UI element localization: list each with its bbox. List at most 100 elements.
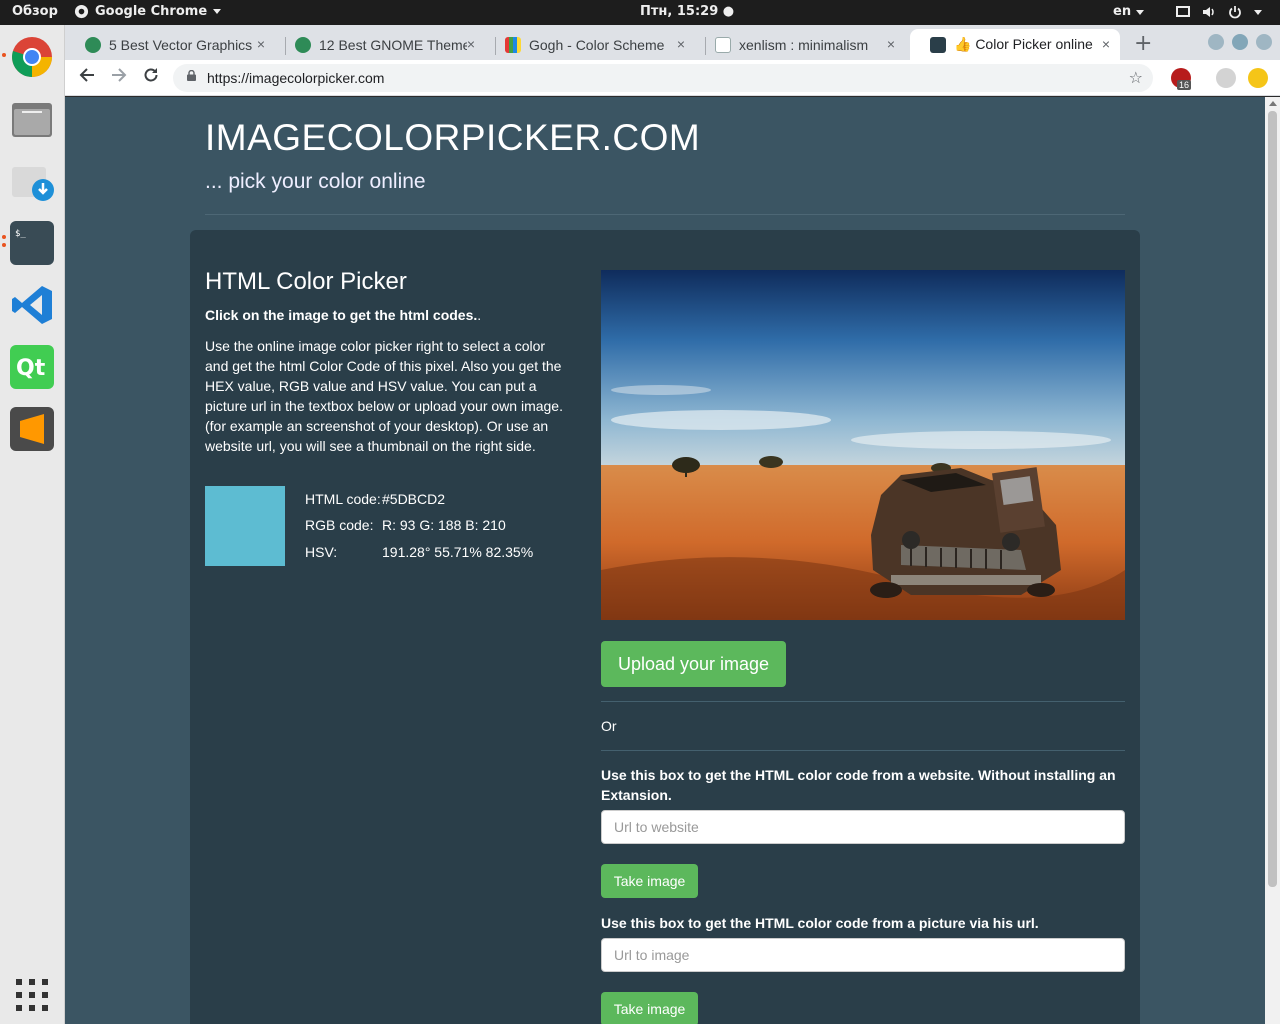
close-icon[interactable]: × xyxy=(887,36,895,52)
image-url-field-label: Use this box to get the HTML color code … xyxy=(601,915,1039,931)
html-code-row: HTML code:#5DBCD2 xyxy=(305,491,445,507)
tab-title: xenlism : minimalism xyxy=(739,36,869,53)
screen-icon xyxy=(1176,6,1190,17)
site-subtitle: ... pick your color online xyxy=(205,170,426,193)
site-title: IMAGECOLORPICKER.COM xyxy=(205,117,701,158)
favicon-icon xyxy=(505,36,521,53)
tab-color-picker[interactable]: 👍 Color Picker online × xyxy=(910,29,1120,60)
language-label: en xyxy=(1113,4,1132,19)
hsv-value[interactable]: 191.28° 55.71% 82.35% xyxy=(382,544,533,560)
chrome-launcher-icon[interactable] xyxy=(10,35,54,79)
minimize-button[interactable] xyxy=(1208,34,1224,50)
close-icon[interactable]: × xyxy=(257,36,265,52)
divider xyxy=(205,214,1125,215)
address-bar[interactable]: https://imagecolorpicker.com ☆ xyxy=(173,64,1153,92)
running-indicator xyxy=(2,235,6,239)
terminal-launcher-icon[interactable]: $_ xyxy=(10,221,54,265)
extension-badge: 16 xyxy=(1177,80,1192,90)
take-image-url-button[interactable]: Take image xyxy=(601,992,698,1024)
tab-xenlism[interactable]: xenlism : minimalism × xyxy=(695,29,905,60)
arrow-right-icon xyxy=(112,68,127,82)
app-menu-label: Google Chrome xyxy=(95,4,208,19)
html-code-value[interactable]: #5DBCD2 xyxy=(382,491,445,507)
color-swatch xyxy=(205,486,285,566)
page-scrollbar[interactable] xyxy=(1265,97,1280,1024)
divider xyxy=(601,701,1125,702)
picker-title: HTML Color Picker xyxy=(205,268,407,295)
volume-icon xyxy=(1203,7,1214,17)
browser-toolbar: https://imagecolorpicker.com ☆ 16 xyxy=(65,60,1280,96)
picker-description: Use the online image color picker right … xyxy=(205,338,563,454)
chevron-down-icon xyxy=(1135,10,1144,15)
chrome-small-icon xyxy=(74,4,89,19)
profile-avatar[interactable] xyxy=(1216,68,1236,88)
tab-title: 👍 Color Picker online xyxy=(954,36,1093,52)
power-icon xyxy=(1229,6,1241,19)
instruction-text: Click on the image to get the html codes… xyxy=(205,307,478,323)
forward-button[interactable] xyxy=(111,67,127,88)
reload-icon xyxy=(144,68,158,82)
back-button[interactable] xyxy=(79,67,95,88)
divider xyxy=(601,750,1125,751)
downloads-launcher-icon[interactable] xyxy=(10,159,54,203)
tab-title: 5 Best Vector Graphics xyxy=(109,36,253,53)
or-text: Or xyxy=(601,718,617,734)
image-url-input[interactable] xyxy=(601,938,1125,972)
tab-title: Gogh - Color Scheme xyxy=(529,36,665,53)
favicon-icon xyxy=(295,36,311,53)
favicon-icon xyxy=(930,36,946,53)
star-icon[interactable]: ☆ xyxy=(1129,68,1143,87)
files-launcher-icon[interactable] xyxy=(10,97,54,141)
close-icon[interactable]: × xyxy=(1102,36,1110,52)
scroll-up-icon[interactable] xyxy=(1269,101,1277,106)
favicon-icon xyxy=(85,36,101,53)
close-window-button[interactable] xyxy=(1256,34,1272,50)
svg-text:$_: $_ xyxy=(15,229,26,239)
favicon-icon xyxy=(715,36,731,53)
system-menu[interactable] xyxy=(1176,5,1262,19)
picker-panel: HTML Color Picker Click on the image to … xyxy=(190,230,1140,1024)
language-indicator[interactable]: en xyxy=(1113,4,1144,19)
ubuntu-dock: $_ Qt xyxy=(0,25,85,1024)
website-field-label: Use this box to get the HTML color code … xyxy=(601,767,1116,803)
tab-gogh[interactable]: Gogh - Color Scheme × xyxy=(485,29,695,60)
tab-gnome-themes[interactable]: 12 Best GNOME Themes × xyxy=(275,29,485,60)
lock-icon xyxy=(187,70,196,81)
tab-title: 12 Best GNOME Themes xyxy=(319,36,467,53)
running-indicator xyxy=(2,53,6,57)
update-indicator-icon[interactable] xyxy=(1248,68,1268,88)
arrow-left-icon xyxy=(79,68,94,82)
svg-text:Qt: Qt xyxy=(16,356,46,381)
web-page: IMAGECOLORPICKER.COM ... pick your color… xyxy=(65,97,1265,1024)
take-image-website-button[interactable]: Take image xyxy=(601,864,698,898)
clock[interactable]: Птн, 15:29 ● xyxy=(640,4,734,19)
picker-instruction: Click on the image to get the html codes… xyxy=(205,307,481,323)
browser-tab-strip: 5 Best Vector Graphics × 12 Best GNOME T… xyxy=(65,25,1280,60)
qt-launcher-icon[interactable]: Qt xyxy=(10,345,54,389)
color-picker-image[interactable] xyxy=(601,270,1125,620)
website-url-input[interactable] xyxy=(601,810,1125,844)
html-code-label: HTML code: xyxy=(305,491,381,507)
upload-image-button[interactable]: Upload your image xyxy=(601,641,786,687)
chevron-down-icon xyxy=(213,9,222,14)
gnome-top-bar: Обзор Google Chrome Птн, 15:29 ● en xyxy=(0,0,1280,25)
rgb-code-label: RGB code: xyxy=(305,517,374,533)
new-tab-button[interactable]: + xyxy=(1134,31,1152,56)
close-icon[interactable]: × xyxy=(467,36,475,52)
instruction-suffix: . xyxy=(477,307,482,323)
rgb-code-value[interactable]: R: 93 G: 188 B: 210 xyxy=(382,517,506,533)
show-apps-icon[interactable] xyxy=(10,973,54,1017)
hsv-label: HSV: xyxy=(305,544,338,560)
app-menu[interactable]: Google Chrome xyxy=(74,4,222,19)
tab-vector-graphics[interactable]: 5 Best Vector Graphics × xyxy=(65,29,275,60)
maximize-button[interactable] xyxy=(1232,34,1248,50)
activities-button[interactable]: Обзор xyxy=(12,4,58,19)
chevron-down-icon xyxy=(1254,10,1262,15)
vscode-launcher-icon[interactable] xyxy=(10,283,54,327)
running-indicator xyxy=(2,243,6,247)
url-text: https://imagecolorpicker.com xyxy=(207,70,385,86)
close-icon[interactable]: × xyxy=(677,36,685,52)
sublime-launcher-icon[interactable] xyxy=(10,407,54,451)
reload-button[interactable] xyxy=(143,67,159,88)
scrollbar-thumb[interactable] xyxy=(1268,111,1277,887)
